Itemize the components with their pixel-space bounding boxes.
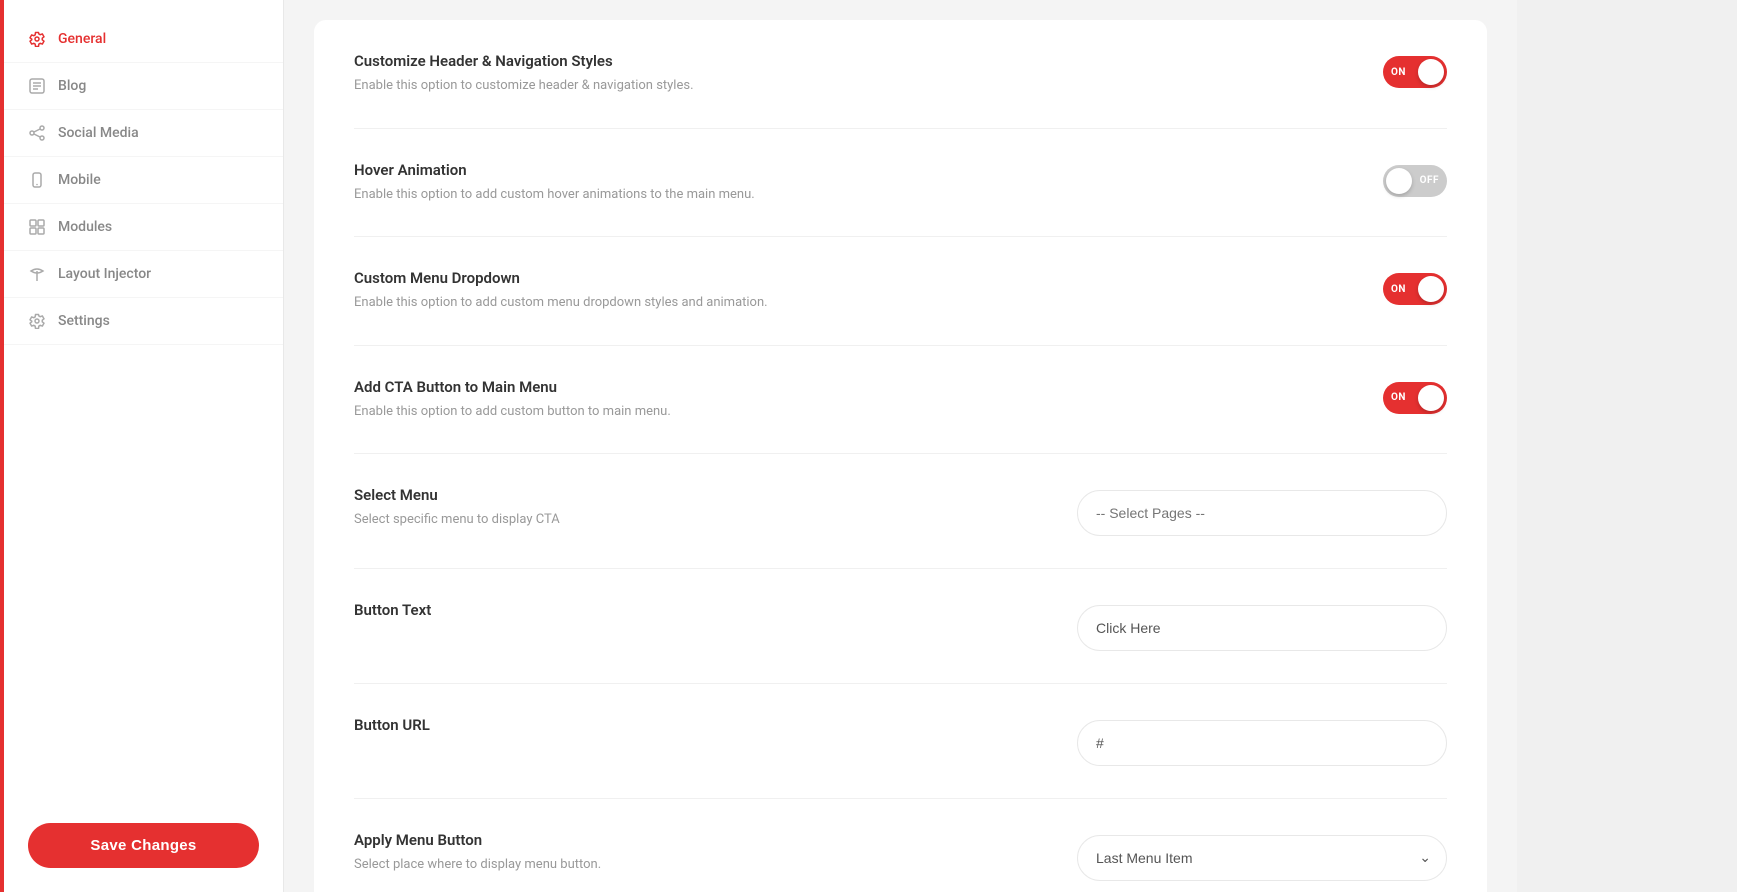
settings-row-desc-hover-animation: Enable this option to add custom hover a… bbox=[354, 185, 955, 205]
general-icon bbox=[28, 30, 46, 48]
blog-icon bbox=[28, 77, 46, 95]
settings-row-control-custom-menu-dropdown: ON bbox=[1067, 269, 1447, 305]
sidebar: General Blog Social Media Mobile Modules… bbox=[4, 0, 284, 892]
settings-row-info-hover-animation: Hover Animation Enable this option to add… bbox=[354, 161, 955, 205]
right-panel bbox=[1517, 0, 1737, 892]
settings-row-label-custom-menu-dropdown: Custom Menu Dropdown bbox=[354, 269, 955, 287]
select-input-select-menu[interactable] bbox=[1077, 490, 1447, 536]
settings-row-desc-apply-menu-button: Select place where to display menu butto… bbox=[354, 855, 955, 875]
settings-row-custom-menu-dropdown: Custom Menu Dropdown Enable this option t… bbox=[354, 237, 1447, 346]
settings-row-desc-customize-header: Enable this option to customize header &… bbox=[354, 76, 955, 96]
sidebar-item-blog[interactable]: Blog bbox=[4, 63, 283, 110]
sidebar-footer: Save Changes bbox=[4, 799, 283, 892]
toggle-label-add-cta-button: ON bbox=[1391, 392, 1406, 403]
settings-row-add-cta-button: Add CTA Button to Main Menu Enable this o… bbox=[354, 346, 1447, 455]
sidebar-item-mobile[interactable]: Mobile bbox=[4, 157, 283, 204]
settings-row-info-custom-menu-dropdown: Custom Menu Dropdown Enable this option t… bbox=[354, 269, 955, 313]
settings-row-apply-menu-button: Apply Menu Button Select place where to d… bbox=[354, 799, 1447, 892]
mobile-icon bbox=[28, 171, 46, 189]
sidebar-item-settings-label: Settings bbox=[58, 313, 110, 329]
sidebar-item-blog-label: Blog bbox=[58, 78, 86, 94]
sidebar-item-general-label: General bbox=[58, 31, 106, 47]
settings-row-control-select-menu bbox=[1067, 486, 1447, 536]
toggle-knob-custom-menu-dropdown bbox=[1418, 276, 1444, 302]
settings-row-info-add-cta-button: Add CTA Button to Main Menu Enable this o… bbox=[354, 378, 955, 422]
toggle-label-customize-header: ON bbox=[1391, 67, 1406, 78]
settings-row-label-apply-menu-button: Apply Menu Button bbox=[354, 831, 955, 849]
select-wrapper-apply-menu-button: Last Menu ItemFirst Menu Item⌄ bbox=[1077, 835, 1447, 881]
settings-row-label-hover-animation: Hover Animation bbox=[354, 161, 955, 179]
sidebar-item-mobile-label: Mobile bbox=[58, 172, 101, 188]
layout-injector-icon bbox=[28, 265, 46, 283]
settings-row-label-add-cta-button: Add CTA Button to Main Menu bbox=[354, 378, 955, 396]
text-input-button-url[interactable] bbox=[1077, 720, 1447, 766]
save-changes-button[interactable]: Save Changes bbox=[28, 823, 259, 868]
settings-row-label-button-text: Button Text bbox=[354, 601, 955, 619]
settings-row-info-apply-menu-button: Apply Menu Button Select place where to d… bbox=[354, 831, 955, 875]
toggle-label-hover-animation: OFF bbox=[1420, 175, 1439, 186]
settings-row-control-add-cta-button: ON bbox=[1067, 378, 1447, 414]
settings-row-control-button-url bbox=[1067, 716, 1447, 766]
settings-row-desc-add-cta-button: Enable this option to add custom button … bbox=[354, 402, 955, 422]
social-media-icon bbox=[28, 124, 46, 142]
settings-row-customize-header: Customize Header & Navigation Styles Enab… bbox=[354, 20, 1447, 129]
sidebar-item-social-media[interactable]: Social Media bbox=[4, 110, 283, 157]
settings-row-desc-custom-menu-dropdown: Enable this option to add custom menu dr… bbox=[354, 293, 955, 313]
settings-row-button-url: Button URL bbox=[354, 684, 1447, 799]
sidebar-nav: General Blog Social Media Mobile Modules… bbox=[4, 0, 283, 799]
toggle-knob-add-cta-button bbox=[1418, 385, 1444, 411]
settings-icon bbox=[28, 312, 46, 330]
settings-row-label-button-url: Button URL bbox=[354, 716, 955, 734]
sidebar-item-layout-injector[interactable]: Layout Injector bbox=[4, 251, 283, 298]
settings-row-control-hover-animation: OFF bbox=[1067, 161, 1447, 197]
content-panel: Customize Header & Navigation Styles Enab… bbox=[314, 20, 1487, 892]
settings-row-control-button-text bbox=[1067, 601, 1447, 651]
settings-row-control-apply-menu-button: Last Menu ItemFirst Menu Item⌄ bbox=[1067, 831, 1447, 881]
toggle-knob-hover-animation bbox=[1386, 168, 1412, 194]
settings-row-info-select-menu: Select Menu Select specific menu to displ… bbox=[354, 486, 955, 530]
settings-row-control-customize-header: ON bbox=[1067, 52, 1447, 88]
settings-row-label-customize-header: Customize Header & Navigation Styles bbox=[354, 52, 955, 70]
toggle-custom-menu-dropdown[interactable]: ON bbox=[1383, 273, 1447, 305]
main-content: Customize Header & Navigation Styles Enab… bbox=[284, 0, 1517, 892]
toggle-knob-customize-header bbox=[1418, 59, 1444, 85]
settings-row-desc-select-menu: Select specific menu to display CTA bbox=[354, 510, 955, 530]
settings-row-hover-animation: Hover Animation Enable this option to add… bbox=[354, 129, 1447, 238]
sidebar-item-settings[interactable]: Settings bbox=[4, 298, 283, 345]
toggle-customize-header[interactable]: ON bbox=[1383, 56, 1447, 88]
settings-row-select-menu: Select Menu Select specific menu to displ… bbox=[354, 454, 1447, 569]
settings-row-info-customize-header: Customize Header & Navigation Styles Enab… bbox=[354, 52, 955, 96]
toggle-label-custom-menu-dropdown: ON bbox=[1391, 284, 1406, 295]
sidebar-item-general[interactable]: General bbox=[4, 16, 283, 63]
settings-row-info-button-text: Button Text bbox=[354, 601, 955, 625]
modules-icon bbox=[28, 218, 46, 236]
toggle-hover-animation[interactable]: OFF bbox=[1383, 165, 1447, 197]
toggle-add-cta-button[interactable]: ON bbox=[1383, 382, 1447, 414]
sidebar-item-layout-injector-label: Layout Injector bbox=[58, 266, 151, 282]
settings-row-button-text: Button Text bbox=[354, 569, 1447, 684]
text-input-button-text[interactable] bbox=[1077, 605, 1447, 651]
settings-row-info-button-url: Button URL bbox=[354, 716, 955, 740]
settings-row-label-select-menu: Select Menu bbox=[354, 486, 955, 504]
sidebar-item-modules-label: Modules bbox=[58, 219, 112, 235]
sidebar-item-modules[interactable]: Modules bbox=[4, 204, 283, 251]
select-apply-menu-button[interactable]: Last Menu ItemFirst Menu Item bbox=[1077, 835, 1447, 881]
sidebar-item-social-media-label: Social Media bbox=[58, 125, 139, 141]
